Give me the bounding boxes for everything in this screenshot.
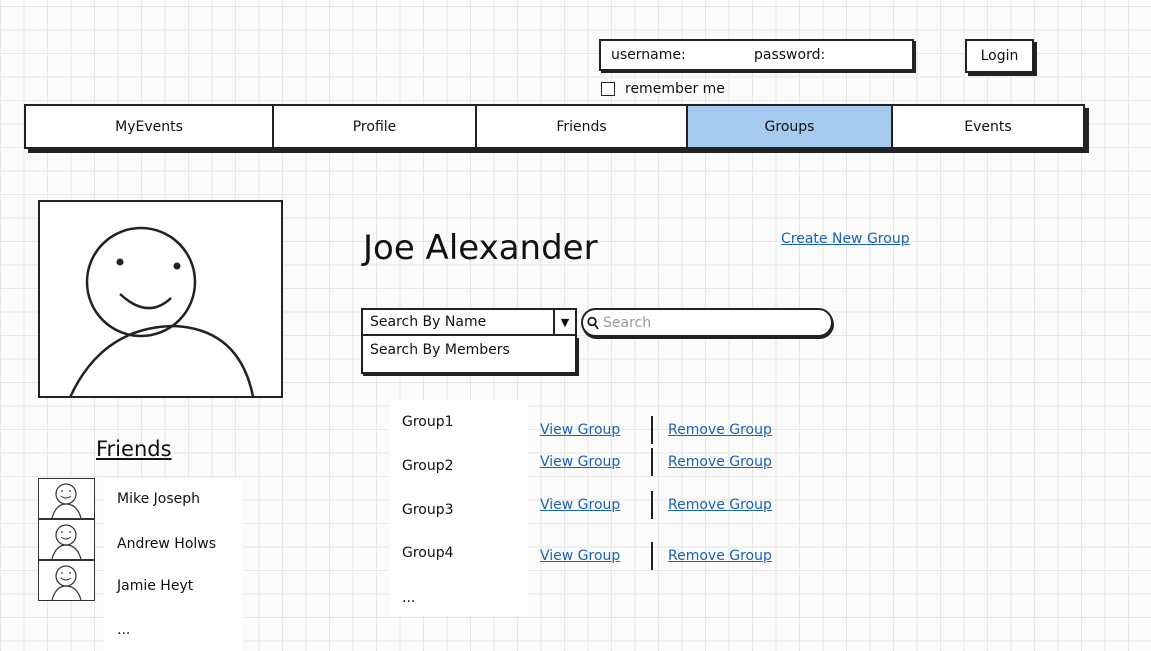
view-group-link[interactable]: View Group bbox=[540, 422, 620, 438]
friends-heading: Friends bbox=[96, 437, 172, 461]
person-icon bbox=[51, 565, 82, 601]
remove-group-link[interactable]: Remove Group bbox=[668, 548, 772, 564]
link-separator bbox=[651, 448, 653, 476]
remember-me[interactable]: remember me bbox=[601, 81, 725, 97]
friends-more: ... bbox=[117, 622, 131, 638]
friend-avatar[interactable] bbox=[38, 519, 95, 560]
search-option-members[interactable]: Search By Members bbox=[361, 336, 577, 374]
remove-group-link[interactable]: Remove Group bbox=[668, 422, 772, 438]
link-separator bbox=[651, 491, 653, 519]
login-button[interactable]: Login bbox=[965, 39, 1034, 73]
person-icon bbox=[51, 483, 82, 519]
person-icon bbox=[51, 524, 82, 560]
group-name: Group1 bbox=[402, 414, 454, 430]
remove-group-link[interactable]: Remove Group bbox=[668, 454, 772, 470]
link-separator bbox=[651, 542, 653, 570]
group-name: Group3 bbox=[402, 502, 454, 518]
tab-events[interactable]: Events bbox=[893, 106, 1083, 147]
search-box[interactable] bbox=[581, 308, 833, 337]
view-group-link[interactable]: View Group bbox=[540, 454, 620, 470]
main-nav: MyEvents Profile Friends Groups Events bbox=[24, 104, 1085, 149]
friend-name[interactable]: Jamie Heyt bbox=[117, 578, 193, 594]
friend-avatar[interactable] bbox=[38, 560, 95, 601]
friend-name[interactable]: Andrew Holws bbox=[117, 536, 216, 552]
groups-more: ... bbox=[402, 590, 416, 606]
tab-profile[interactable]: Profile bbox=[274, 106, 477, 147]
search-icon bbox=[587, 316, 599, 330]
user-name: Joe Alexander bbox=[363, 228, 598, 268]
view-group-link[interactable]: View Group bbox=[540, 548, 620, 564]
tab-friends[interactable]: Friends bbox=[477, 106, 688, 147]
password-label[interactable]: password: bbox=[754, 47, 825, 63]
username-label[interactable]: username: bbox=[611, 47, 686, 63]
tab-groups[interactable]: Groups bbox=[688, 106, 893, 147]
person-icon bbox=[69, 226, 255, 396]
group-name: Group4 bbox=[402, 545, 454, 561]
profile-avatar bbox=[38, 200, 283, 398]
remember-me-label: remember me bbox=[625, 81, 725, 97]
remember-me-checkbox[interactable] bbox=[601, 82, 615, 96]
friend-name[interactable]: Mike Joseph bbox=[117, 491, 200, 507]
login-fields[interactable]: username: password: bbox=[599, 39, 914, 71]
search-type-selected: Search By Name bbox=[370, 314, 487, 330]
search-type-select[interactable]: Search By Name ▼ bbox=[361, 308, 577, 336]
link-separator bbox=[651, 416, 653, 444]
view-group-link[interactable]: View Group bbox=[540, 497, 620, 513]
dropdown-arrow-icon[interactable]: ▼ bbox=[553, 310, 575, 334]
remove-group-link[interactable]: Remove Group bbox=[668, 497, 772, 513]
create-group-link[interactable]: Create New Group bbox=[781, 231, 910, 247]
friend-avatar[interactable] bbox=[38, 478, 95, 519]
group-name: Group2 bbox=[402, 458, 454, 474]
tab-myevents[interactable]: MyEvents bbox=[26, 106, 274, 147]
search-input[interactable] bbox=[603, 314, 803, 331]
